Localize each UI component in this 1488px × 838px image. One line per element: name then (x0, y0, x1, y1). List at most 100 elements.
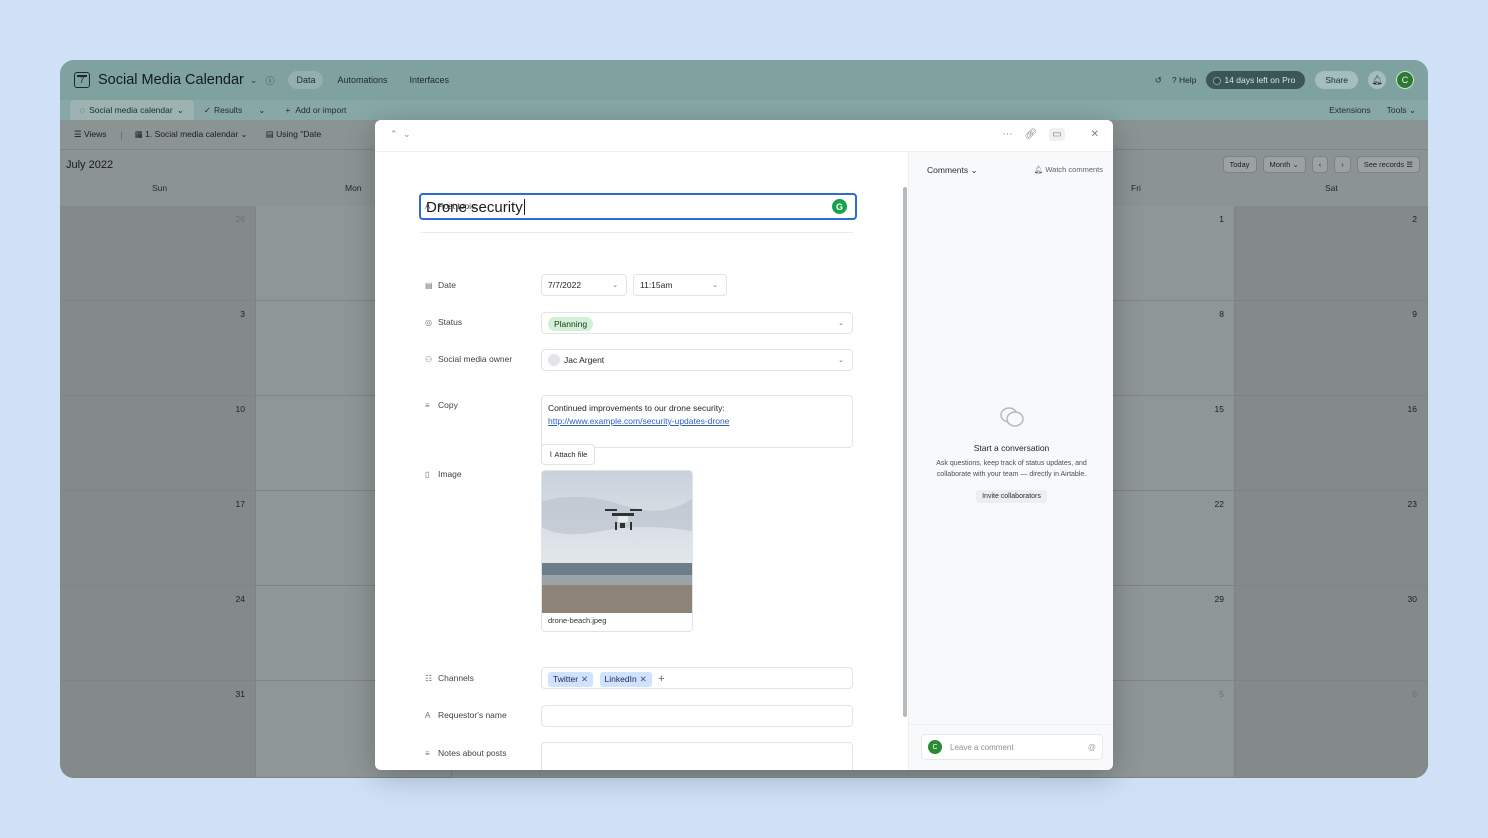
chevron-up-icon[interactable]: ⌃ (390, 129, 398, 140)
scrollbar[interactable] (903, 187, 907, 717)
drone-beach-image (542, 471, 692, 613)
help-link[interactable]: ? Help (1172, 75, 1197, 85)
text-field-icon: A (425, 711, 431, 720)
comments-filter[interactable]: Comments ⌄ (927, 165, 978, 176)
status-icon: ◎ (425, 318, 432, 327)
month-select[interactable]: Month ⌄ (1262, 156, 1306, 173)
mention-icon[interactable]: @ (1088, 743, 1096, 752)
calendar-cell[interactable]: 23 (1235, 491, 1428, 586)
date-input[interactable]: 7/7/2022 ⌄ (541, 274, 627, 296)
tools-button[interactable]: Tools ⌄ (1387, 105, 1416, 116)
calendar-cell[interactable]: 2 (1235, 206, 1428, 301)
notes-textarea[interactable] (541, 742, 853, 770)
comment-input[interactable]: C Leave a comment @ (921, 734, 1103, 760)
date-field-setting[interactable]: ▤ Using "Date (266, 129, 321, 140)
base-title[interactable]: Social Media Calendar (98, 72, 244, 88)
owner-select[interactable]: Jac Argent ⌄ (541, 349, 853, 371)
chevron-down-icon: ⌄ (838, 357, 844, 364)
calendar-cell[interactable]: 10 (60, 396, 256, 491)
comment-placeholder: Leave a comment (950, 742, 1014, 752)
see-records-button[interactable]: See records ☰ (1356, 156, 1420, 173)
table-icon: ◌ (80, 105, 86, 115)
image-attachment[interactable]: drone-beach.jpeg (541, 470, 693, 632)
copy-textarea[interactable]: Continued improvements to our drone secu… (541, 395, 853, 448)
calendar-cell[interactable]: 31 (60, 681, 256, 778)
chevron-down-icon: ⌄ (176, 104, 184, 115)
field-label-channels: ☷ Channels (425, 673, 474, 683)
check-icon: ✓ (203, 104, 211, 115)
record-form: A Post topic Drone security G ▤ Date 7/7/2… (375, 152, 907, 770)
chat-bubbles-icon (999, 407, 1024, 427)
plus-icon: + (285, 105, 291, 115)
invite-collaborators-button[interactable]: Invite collaborators (976, 490, 1047, 503)
extensions-button[interactable]: Extensions (1329, 105, 1371, 115)
empty-description: Ask questions, keep track of status upda… (936, 460, 1087, 478)
remove-icon[interactable]: ✕ (581, 674, 588, 684)
history-icon[interactable]: ↺ (1155, 75, 1162, 86)
share-button[interactable]: Share (1315, 71, 1358, 89)
multi-select-icon: ☷ (425, 674, 433, 683)
chevron-down-icon[interactable]: ⌄ (250, 75, 258, 86)
day-name-sun: Sun (152, 183, 168, 193)
calendar-cell[interactable]: 26 (60, 206, 256, 301)
calendar-cell[interactable]: 17 (60, 491, 256, 586)
chevron-down-icon[interactable]: ⌄ (403, 129, 411, 140)
day-name-sat: Sat (1325, 183, 1338, 193)
table-tab-social-media-calendar[interactable]: ◌ Social media calendar ⌄ (70, 100, 194, 120)
user-icon: ⚇ (425, 355, 433, 364)
bell-icon[interactable]: 🔔︎ (1368, 71, 1386, 89)
calendar-cell[interactable]: 24 (60, 586, 256, 681)
chevron-down-icon: ⌄ (712, 282, 718, 289)
next-month-button[interactable]: › (1334, 156, 1351, 173)
nav-tab-interfaces[interactable]: Interfaces (402, 71, 458, 89)
status-badge: Planning (548, 317, 594, 331)
comments-toggle-icon[interactable]: ▭ (1049, 128, 1065, 141)
watch-comments-button[interactable]: 🔔︎ Watch comments (1034, 165, 1103, 174)
add-or-import-button[interactable]: + Add or import (275, 100, 356, 120)
channels-select[interactable]: Twitter ✕ LinkedIn ✕ + (541, 667, 853, 689)
info-icon[interactable]: ⓘ (265, 74, 274, 87)
calendar-cell[interactable]: 30 (1235, 586, 1428, 681)
nav-tab-automations[interactable]: Automations (329, 71, 395, 89)
long-text-icon: ≡ (425, 401, 430, 410)
calendar-icon: ▤ (265, 129, 277, 139)
more-icon[interactable]: ⋯ (1002, 129, 1012, 140)
remove-icon[interactable]: ✕ (640, 674, 647, 684)
file-icon: ▯ (425, 470, 430, 479)
avatar (548, 354, 560, 366)
prev-month-button[interactable]: ‹ (1311, 156, 1329, 173)
link-icon[interactable]: 🔗︎ (1024, 129, 1037, 140)
table-tab-results[interactable]: ✓ Results ⌄ (194, 100, 276, 120)
plus-icon[interactable]: + (658, 673, 664, 685)
image-filename: drone-beach.jpeg (548, 616, 607, 625)
calendar-cell[interactable]: 16 (1235, 396, 1428, 491)
views-button[interactable]: ☰ Views (74, 129, 107, 140)
nav-tab-data[interactable]: Data (288, 71, 324, 89)
trial-badge[interactable]: 14 days left on Pro (1206, 71, 1306, 89)
channel-tag: Twitter ✕ (548, 672, 594, 687)
status-select[interactable]: Planning ⌄ (541, 312, 853, 334)
month-label: July 2022 (66, 159, 114, 171)
field-label-date: ▤ Date (425, 280, 456, 290)
today-button[interactable]: Today (1222, 156, 1257, 173)
time-input[interactable]: 11:15am ⌄ (633, 274, 727, 296)
divider (421, 232, 853, 233)
avatar[interactable]: C (1396, 71, 1414, 89)
attach-file-button[interactable]: ⌇ Attach file (541, 444, 596, 465)
day-name-fri: Fri (1131, 183, 1141, 193)
table-bar: ◌ Social media calendar ⌄ ✓ Results ⌄ + … (60, 100, 1428, 120)
help-icon: ? (1171, 75, 1179, 85)
field-label-copy: ≡ Copy (425, 400, 458, 410)
calendar-cell[interactable]: 6 (1235, 681, 1428, 778)
calendar-cell[interactable]: 9 (1235, 301, 1428, 396)
requestor-input[interactable] (541, 705, 853, 727)
chevron-down-icon: ⌄ (258, 104, 266, 115)
copy-link[interactable]: http://www.example.com/security-updates-… (548, 415, 846, 428)
post-topic-input[interactable]: Drone security G (419, 193, 857, 220)
grammarly-icon[interactable]: G (832, 199, 847, 214)
chevron-down-icon: ⌄ (838, 320, 844, 327)
close-icon[interactable]: ✕ (1091, 129, 1099, 140)
calendar-cell[interactable]: 3 (60, 301, 256, 396)
view-switcher[interactable]: ▦ 1. Social media calendar ⌄ (135, 129, 248, 140)
menu-icon: ☰ (74, 129, 84, 139)
